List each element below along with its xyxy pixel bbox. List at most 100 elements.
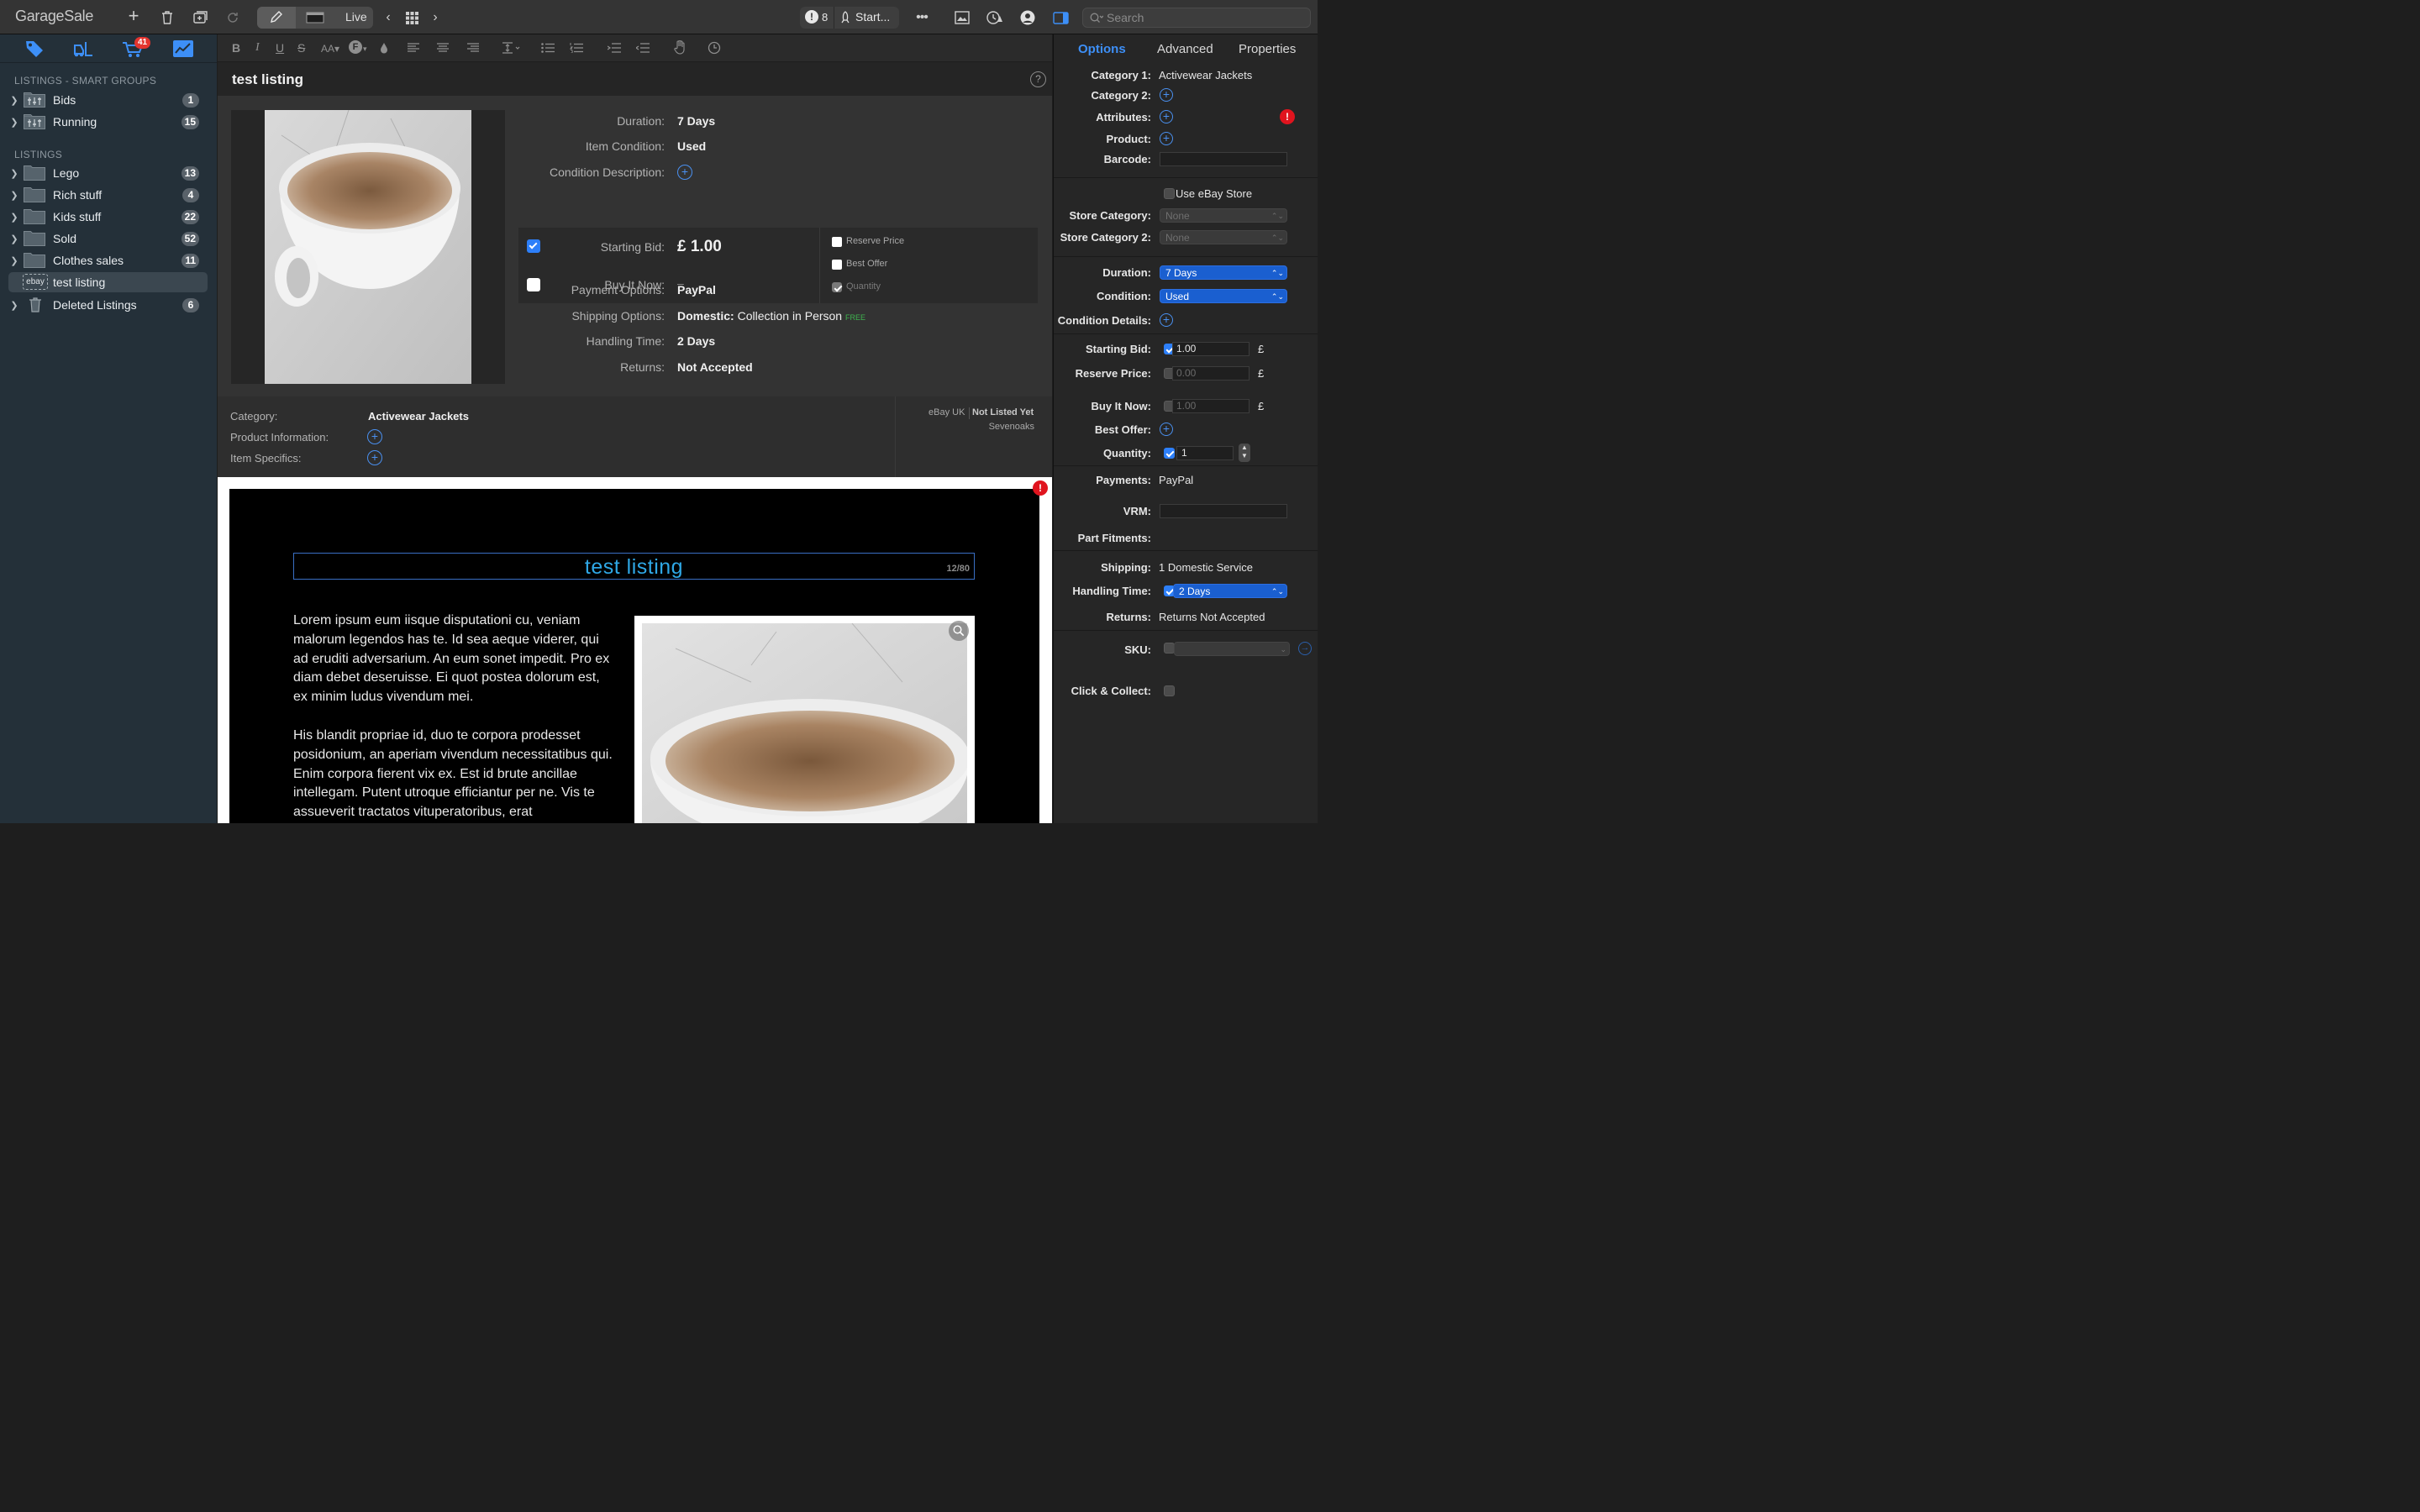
disclosure-icon[interactable]: ❯ [8, 190, 20, 201]
add-product-icon[interactable]: + [1160, 132, 1173, 145]
sidebar-item-test-listing[interactable]: ebay test listing [8, 272, 208, 292]
use-ebay-store-checkbox[interactable] [1164, 188, 1175, 199]
trash-icon[interactable] [160, 8, 175, 28]
align-left-icon[interactable] [408, 43, 419, 53]
sidebar-item-lego[interactable]: ❯ Lego 13 [8, 163, 208, 183]
shipping-value[interactable]: 1 Domestic Service [1159, 561, 1253, 574]
category1-value[interactable]: Activewear Jackets [1159, 69, 1252, 81]
store-category2-select[interactable]: None ⌃⌄ [1160, 230, 1287, 244]
underline-icon[interactable]: U [276, 41, 284, 55]
sidebar-item-kids-stuff[interactable]: ❯ Kids stuff 22 [8, 207, 208, 227]
color-drop-icon[interactable] [380, 42, 388, 54]
numbered-list-icon[interactable] [570, 43, 583, 53]
layout-icon[interactable] [306, 12, 324, 24]
alert-icon[interactable]: ! [805, 10, 818, 24]
account-icon[interactable] [1019, 8, 1036, 28]
add-product-information-icon[interactable]: + [367, 429, 382, 444]
disclosure-icon[interactable]: ❯ [8, 234, 20, 244]
disclosure-icon[interactable]: ❯ [8, 95, 20, 106]
disclosure-icon[interactable]: ❯ [8, 300, 20, 311]
sidebar-item-deleted-listings[interactable]: ❯ Deleted Listings 6 [8, 295, 208, 315]
payments-value[interactable]: PayPal [1159, 474, 1193, 486]
click-collect-checkbox[interactable] [1164, 685, 1175, 696]
chevron-left-icon[interactable]: ‹ [383, 8, 393, 28]
handling-time-select[interactable]: 2 Days ⌃⌄ [1173, 584, 1287, 598]
disclosure-icon[interactable]: ❯ [8, 212, 20, 223]
starting-bid-checkbox[interactable] [527, 239, 540, 253]
quantity-checkbox[interactable] [1164, 448, 1175, 459]
duration-value[interactable]: 7 Days [677, 114, 715, 128]
font-icon[interactable]: F [349, 40, 362, 54]
italic-icon[interactable]: I [255, 41, 260, 55]
sidebar-item-sold[interactable]: ❯ Sold 52 [8, 228, 208, 249]
quantity-stepper[interactable]: ▲ ▼ [1239, 444, 1250, 462]
sku-go-icon[interactable]: → [1298, 642, 1312, 655]
forklift-icon[interactable] [72, 40, 94, 57]
returns-value[interactable]: Returns Not Accepted [1159, 611, 1265, 623]
timer-icon[interactable] [708, 41, 721, 55]
returns-value[interactable]: Not Accepted [677, 360, 753, 374]
schedule-icon[interactable] [986, 8, 1003, 28]
duplicate-icon[interactable] [192, 8, 208, 28]
quantity-checkbox[interactable] [832, 282, 842, 292]
category-value[interactable]: Activewear Jackets [368, 410, 469, 423]
indent-icon[interactable] [608, 43, 621, 53]
add-condition-details-icon[interactable]: + [1160, 313, 1173, 327]
stats-icon[interactable] [173, 40, 193, 57]
live-mode-button[interactable]: Live [345, 10, 367, 24]
best-offer-checkbox[interactable] [832, 260, 842, 270]
condition-value[interactable]: Used [677, 139, 706, 153]
add-condition-description-icon[interactable]: + [677, 165, 692, 180]
shipping-options-value[interactable]: Domestic: Collection in Person FREE [677, 309, 865, 323]
reserve-price-field[interactable]: 0.00 [1172, 366, 1249, 381]
refresh-icon[interactable] [225, 8, 240, 28]
outdent-icon[interactable] [636, 43, 650, 53]
preview-image-frame[interactable] [634, 616, 975, 823]
font-size-icon[interactable]: AA▾ [321, 43, 339, 55]
attributes-warning-icon[interactable]: ! [1280, 109, 1295, 124]
grid-icon[interactable] [403, 8, 420, 28]
add-item-specifics-icon[interactable]: + [367, 450, 382, 465]
listing-title[interactable]: test listing [232, 71, 303, 88]
sidebar-item-clothes-sales[interactable]: ❯ Clothes sales 11 [8, 250, 208, 270]
sidebar-item-running[interactable]: ❯ Running 15 [8, 112, 208, 132]
barcode-field[interactable] [1160, 152, 1287, 166]
warning-icon[interactable]: ! [1033, 480, 1048, 496]
search-field[interactable]: Search [1082, 8, 1311, 28]
bullet-list-icon[interactable] [541, 43, 555, 53]
align-center-icon[interactable] [437, 43, 449, 53]
help-icon[interactable]: ? [1030, 71, 1046, 87]
starting-bid-field[interactable]: 1.00 [1172, 342, 1249, 356]
tab-properties[interactable]: Properties [1239, 42, 1296, 56]
sidebar-item-bids[interactable]: ❯ Bids 1 [8, 90, 208, 110]
handling-time-value[interactable]: 2 Days [677, 334, 715, 348]
payment-options-value[interactable]: PayPal [677, 283, 716, 297]
add-best-offer-icon[interactable]: + [1160, 423, 1173, 436]
sidebar-toggle-icon[interactable] [1052, 8, 1069, 28]
start-button[interactable]: Start... [855, 10, 890, 24]
chevron-right-icon[interactable]: › [430, 8, 440, 28]
condition-select[interactable]: Used ⌃⌄ [1160, 289, 1287, 303]
quantity-field[interactable]: 1 [1176, 446, 1234, 460]
tab-advanced[interactable]: Advanced [1157, 42, 1213, 56]
add-icon[interactable]: + [126, 5, 141, 26]
more-icon[interactable]: ••• [913, 8, 931, 28]
font-menu-icon[interactable]: ▾ [363, 45, 367, 54]
line-spacing-icon[interactable] [502, 42, 521, 54]
disclosure-icon[interactable]: ❯ [8, 255, 20, 266]
vrm-field[interactable] [1160, 504, 1287, 518]
hand-icon[interactable] [674, 40, 686, 55]
sku-select[interactable]: ⌄ [1174, 642, 1290, 656]
add-attributes-icon[interactable]: + [1160, 110, 1173, 123]
image-icon[interactable] [954, 8, 971, 28]
tag-icon[interactable] [24, 39, 45, 58]
align-right-icon[interactable] [467, 43, 479, 53]
description-canvas[interactable]: test listing 12/80 Lorem ipsum eum iisqu… [229, 489, 1039, 823]
strikethrough-icon[interactable]: S [297, 41, 305, 55]
tab-options[interactable]: Options [1078, 42, 1126, 56]
disclosure-icon[interactable]: ❯ [8, 168, 20, 179]
duration-select[interactable]: 7 Days ⌃⌄ [1160, 265, 1287, 280]
zoom-icon[interactable] [949, 621, 969, 641]
edit-mode-button[interactable] [257, 7, 296, 29]
bold-icon[interactable]: B [232, 41, 240, 55]
